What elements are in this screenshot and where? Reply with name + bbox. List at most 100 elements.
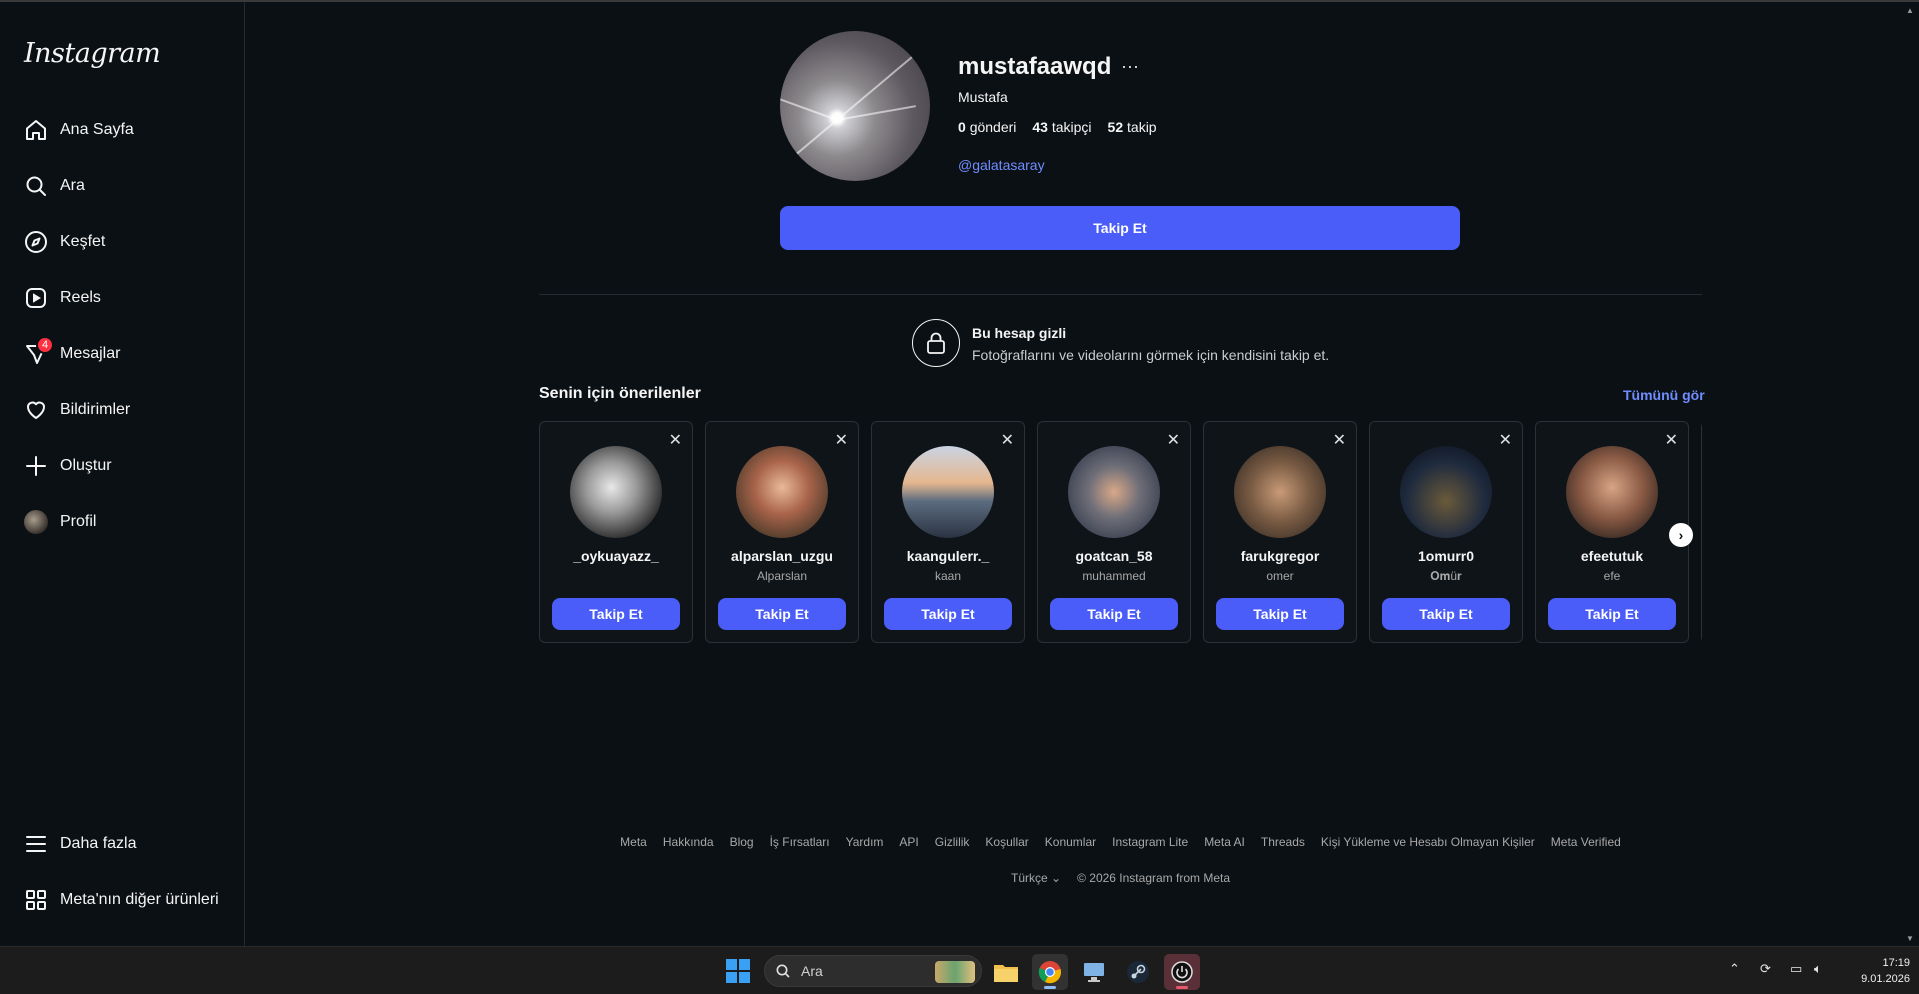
followers-stat[interactable]: 43 takipçi bbox=[1032, 119, 1091, 135]
avatar bbox=[24, 510, 48, 534]
private-account-notice: Bu hesap gizli Fotoğraflarını ve videola… bbox=[912, 319, 1332, 369]
footer-link[interactable]: Instagram Lite bbox=[1112, 835, 1188, 849]
sidebar-item-label: Meta'nın diğer ürünleri bbox=[60, 891, 219, 908]
app-shield-icon[interactable] bbox=[1164, 954, 1200, 990]
suggestion-subtitle: Alparslan bbox=[756, 569, 808, 583]
follow-button[interactable]: Takip Et bbox=[780, 206, 1460, 250]
suggestion-subtitle: omer bbox=[1266, 569, 1294, 583]
follow-button[interactable]: Takip Et bbox=[1050, 598, 1178, 630]
suggestion-subtitle: kaan bbox=[934, 569, 962, 583]
sidebar-item-label: Oluştur bbox=[60, 457, 112, 474]
follow-button[interactable]: Takip Et bbox=[884, 598, 1012, 630]
sidebar-item-search[interactable]: Ara bbox=[12, 162, 237, 210]
close-icon[interactable]: ✕ bbox=[1665, 430, 1678, 450]
follow-button[interactable]: Takip Et bbox=[552, 598, 680, 630]
chrome-icon[interactable] bbox=[1032, 954, 1068, 990]
windows-start-icon[interactable] bbox=[726, 959, 750, 983]
suggestion-card-partial bbox=[1701, 421, 1702, 643]
sidebar-item-meta-products[interactable]: Meta'nın diğer ürünleri bbox=[12, 876, 237, 924]
sidebar-item-more[interactable]: Daha fazla bbox=[12, 820, 237, 868]
avatar[interactable] bbox=[1566, 446, 1658, 538]
footer-link[interactable]: Meta Verified bbox=[1551, 835, 1621, 849]
compass-icon bbox=[12, 230, 60, 254]
close-icon[interactable]: ✕ bbox=[1499, 430, 1512, 450]
suggestion-username[interactable]: _oykuayazz_ bbox=[540, 548, 692, 564]
close-icon[interactable]: ✕ bbox=[1167, 430, 1180, 450]
footer-link[interactable]: Konumlar bbox=[1045, 835, 1096, 849]
avatar[interactable] bbox=[1400, 446, 1492, 538]
footer-link[interactable]: Blog bbox=[730, 835, 754, 849]
menu-icon bbox=[12, 832, 60, 856]
avatar[interactable] bbox=[1068, 446, 1160, 538]
follow-button[interactable]: Takip Et bbox=[1548, 598, 1676, 630]
steam-icon[interactable] bbox=[1120, 954, 1156, 990]
sidebar-item-create[interactable]: Oluştur bbox=[12, 442, 237, 490]
footer-link[interactable]: Yardım bbox=[846, 835, 884, 849]
footer-link[interactable]: Hakkında bbox=[663, 835, 714, 849]
sidebar-item-home[interactable]: Ana Sayfa bbox=[12, 106, 237, 154]
footer-link[interactable]: API bbox=[899, 835, 918, 849]
footer-link[interactable]: Meta AI bbox=[1204, 835, 1245, 849]
chevron-up-icon[interactable]: ⌃ bbox=[1729, 961, 1740, 977]
suggestion-subtitle: 𝐎𝐦ü𝐫 bbox=[1430, 569, 1462, 583]
suggestion-username[interactable]: alparslan_uzgu bbox=[706, 548, 858, 564]
see-all-link[interactable]: Tümünü gör bbox=[1623, 387, 1705, 403]
close-icon[interactable]: ✕ bbox=[669, 430, 682, 450]
search-icon bbox=[12, 174, 60, 198]
follow-button[interactable]: Takip Et bbox=[1382, 598, 1510, 630]
suggestion-username[interactable]: farukgregor bbox=[1204, 548, 1356, 564]
more-options-icon[interactable]: ··· bbox=[1121, 56, 1139, 77]
footer-link[interactable]: Koşullar bbox=[985, 835, 1028, 849]
suggestion-username[interactable]: 1omurr0 bbox=[1370, 548, 1522, 564]
follow-button[interactable]: Takip Et bbox=[1216, 598, 1344, 630]
network-icon[interactable]: ▭ bbox=[1790, 961, 1802, 977]
close-icon[interactable]: ✕ bbox=[1001, 430, 1014, 450]
sidebar-item-reels[interactable]: Reels bbox=[12, 274, 237, 322]
apps-grid-icon bbox=[12, 888, 60, 912]
following-stat[interactable]: 52 takip bbox=[1108, 119, 1157, 135]
chevron-right-icon[interactable]: › bbox=[1669, 523, 1693, 547]
bio-mention-link[interactable]: @galatasaray bbox=[958, 157, 1045, 173]
sidebar-item-notifications[interactable]: Bildirimler bbox=[12, 386, 237, 434]
suggestion-username[interactable]: efeetutuk bbox=[1536, 548, 1688, 564]
avatar[interactable] bbox=[736, 446, 828, 538]
suggestion-username[interactable]: goatcan_58 bbox=[1038, 548, 1190, 564]
sync-icon[interactable]: ⟳ bbox=[1760, 961, 1771, 977]
footer-link[interactable]: Gizlilik bbox=[935, 835, 970, 849]
suggestion-card: ✕ 1omurr0 𝐎𝐦ü𝐫 Takip Et bbox=[1369, 421, 1523, 643]
file-explorer-icon[interactable] bbox=[988, 954, 1024, 990]
footer-link[interactable]: Kişi Yükleme ve Hesabı Olmayan Kişiler bbox=[1321, 835, 1535, 849]
avatar[interactable] bbox=[902, 446, 994, 538]
avatar[interactable] bbox=[570, 446, 662, 538]
sidebar-item-explore[interactable]: Keşfet bbox=[12, 218, 237, 266]
language-select[interactable]: Türkçe ⌄ bbox=[1011, 871, 1061, 885]
scroll-down-arrow[interactable]: ▼ bbox=[1906, 934, 1914, 943]
close-icon[interactable]: ✕ bbox=[835, 430, 848, 450]
sidebar-item-messages[interactable]: 4 Mesajlar bbox=[12, 330, 237, 378]
taskbar-clock[interactable]: 17:19 9.01.2026 bbox=[1840, 955, 1910, 987]
instagram-logo[interactable]: Instagram bbox=[24, 38, 161, 69]
avatar[interactable] bbox=[1234, 446, 1326, 538]
sidebar: Instagram Ana Sayfa Ara Keşfet Reels 4 M… bbox=[0, 2, 245, 946]
footer-links: Meta Hakkında Blog İş Fırsatları Yardım … bbox=[539, 835, 1702, 849]
close-icon[interactable]: ✕ bbox=[1333, 430, 1346, 450]
footer-link[interactable]: Threads bbox=[1261, 835, 1305, 849]
remote-desktop-icon[interactable] bbox=[1076, 954, 1112, 990]
footer-link[interactable]: Meta bbox=[620, 835, 647, 849]
divider bbox=[539, 294, 1702, 295]
heart-icon bbox=[12, 398, 60, 422]
volume-icon[interactable]: 🔈︎ bbox=[1814, 961, 1822, 977]
sidebar-item-label: Keşfet bbox=[60, 233, 106, 250]
sidebar-item-label: Profil bbox=[60, 513, 97, 530]
follow-button[interactable]: Takip Et bbox=[718, 598, 846, 630]
suggestion-card: ✕ alparslan_uzgu Alparslan Takip Et bbox=[705, 421, 859, 643]
footer-bottom: Türkçe ⌄ © 2026 Instagram from Meta bbox=[539, 871, 1702, 885]
taskbar-search[interactable]: Ara bbox=[764, 955, 982, 987]
suggestion-card: ✕ goatcan_58 muhammed Takip Et bbox=[1037, 421, 1191, 643]
scroll-up-arrow[interactable]: ▲ bbox=[1906, 6, 1914, 15]
suggestion-username[interactable]: kaangulerr._ bbox=[872, 548, 1024, 564]
sidebar-item-profile[interactable]: Profil bbox=[12, 498, 237, 546]
profile-avatar[interactable] bbox=[780, 31, 930, 181]
profile-full-name: Mustafa bbox=[958, 89, 1008, 105]
footer-link[interactable]: İş Fırsatları bbox=[770, 835, 830, 849]
